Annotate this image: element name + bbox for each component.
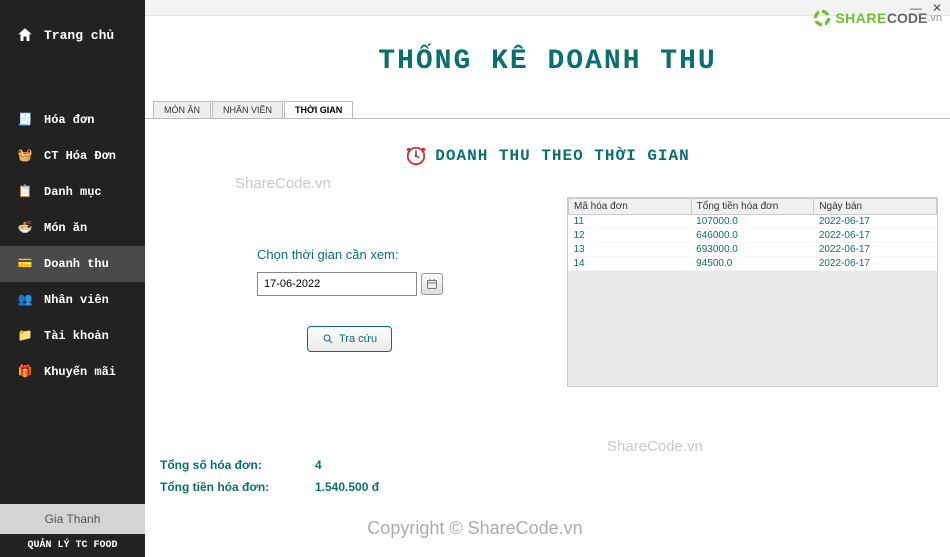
nav-label: Nhân viên xyxy=(44,293,109,307)
nav-home-label: Trang chủ xyxy=(44,28,114,43)
nav-label: Tài khoản xyxy=(44,329,109,343)
nav-home[interactable]: Trang chủ xyxy=(0,18,145,52)
summary-count-value: 4 xyxy=(315,458,322,472)
nav-label: Khuyến mãi xyxy=(44,365,116,379)
nav-nhan-vien[interactable]: 👥 Nhân viên xyxy=(0,282,145,318)
tab-mon-an[interactable]: MÓN ĂN xyxy=(153,101,211,118)
promo-icon: 🎁 xyxy=(16,364,34,380)
sidebar-footer: QUẢN LÝ TC FOOD xyxy=(0,534,145,557)
table-cell: 2022-06-17 xyxy=(814,229,937,243)
table-row[interactable]: 11107000.02022-06-17 xyxy=(569,215,937,229)
search-icon xyxy=(322,333,334,345)
search-button-label: Tra cứu xyxy=(339,333,377,345)
table-cell: 2022-06-17 xyxy=(814,215,937,229)
summary-total-label: Tổng tiền hóa đơn: xyxy=(160,480,315,494)
revenue-icon: 💳 xyxy=(16,256,34,272)
basket-icon: 🧺 xyxy=(16,148,34,164)
summary-total-value: 1.540.500 đ xyxy=(315,480,379,494)
food-icon: 🍜 xyxy=(16,220,34,236)
table-cell: 2022-06-17 xyxy=(814,243,937,257)
tab-thoi-gian[interactable]: THỜI GIAN xyxy=(284,101,353,118)
minimize-button[interactable]: — xyxy=(910,2,922,14)
table-cell: 107000.0 xyxy=(691,215,814,229)
table-cell: 13 xyxy=(569,243,692,257)
section-title: DOANH THU THEO THỜI GIAN xyxy=(435,147,689,165)
nav-label: Doanh thu xyxy=(44,257,109,271)
user-name[interactable]: Gia Thanh xyxy=(0,504,145,534)
invoice-icon: 🧾 xyxy=(16,112,34,128)
staff-icon: 👥 xyxy=(16,292,34,308)
tab-nhan-vien[interactable]: NHÂN VIÊN xyxy=(212,101,283,118)
table-row[interactable]: 12646000.02022-06-17 xyxy=(569,229,937,243)
table-cell: 14 xyxy=(569,257,692,271)
summary-count-label: Tổng số hóa đơn: xyxy=(160,458,315,472)
date-picker-button[interactable] xyxy=(421,273,443,295)
search-button[interactable]: Tra cứu xyxy=(307,326,392,352)
nav-label: Món ăn xyxy=(44,221,87,235)
close-button[interactable]: ✕ xyxy=(932,2,942,14)
nav-mon-an[interactable]: 🍜 Món ăn xyxy=(0,210,145,246)
nav-label: Danh mục xyxy=(44,185,102,199)
table-cell: 94500.0 xyxy=(691,257,814,271)
table-cell: 2022-06-17 xyxy=(814,257,937,271)
window-titlebar: — ✕ xyxy=(145,0,950,16)
nav-ct-hoa-don[interactable]: 🧺 CT Hóa Đơn xyxy=(0,138,145,174)
clock-icon xyxy=(405,145,427,167)
table-cell: 693000.0 xyxy=(691,243,814,257)
calendar-icon xyxy=(426,278,438,290)
date-label: Chọn thời gian cần xem: xyxy=(257,247,537,262)
nav-danh-muc[interactable]: 📋 Danh mục xyxy=(0,174,145,210)
table-row[interactable]: 13693000.02022-06-17 xyxy=(569,243,937,257)
date-input[interactable] xyxy=(257,272,417,296)
nav-doanh-thu[interactable]: 💳 Doanh thu xyxy=(0,246,145,282)
nav-label: CT Hóa Đơn xyxy=(44,149,116,163)
col-tong-tien[interactable]: Tổng tiền hóa đơn xyxy=(691,199,814,215)
sidebar: Trang chủ 🧾 Hóa đơn 🧺 CT Hóa Đơn 📋 Danh … xyxy=(0,0,145,557)
account-icon: 📁 xyxy=(16,328,34,344)
nav-tai-khoan[interactable]: 📁 Tài khoản xyxy=(0,318,145,354)
table-container[interactable]: Mã hóa đơn Tổng tiền hóa đơn Ngày bán 11… xyxy=(567,197,938,387)
nav-hoa-don[interactable]: 🧾 Hóa đơn xyxy=(0,102,145,138)
summary: Tổng số hóa đơn: 4 Tổng tiền hóa đơn: 1.… xyxy=(160,458,379,502)
table-cell: 12 xyxy=(569,229,692,243)
col-ma-hoa-don[interactable]: Mã hóa đơn xyxy=(569,199,692,215)
table-cell: 646000.0 xyxy=(691,229,814,243)
table-cell: 11 xyxy=(569,215,692,229)
col-ngay-ban[interactable]: Ngày bán xyxy=(814,199,937,215)
revenue-table: Mã hóa đơn Tổng tiền hóa đơn Ngày bán 11… xyxy=(568,198,937,271)
table-row[interactable]: 1494500.02022-06-17 xyxy=(569,257,937,271)
home-icon xyxy=(16,26,34,44)
list-icon: 📋 xyxy=(16,184,34,200)
page-title: THỐNG KÊ DOANH THU xyxy=(145,16,950,101)
nav-label: Hóa đơn xyxy=(44,113,94,127)
tabs: MÓN ĂN NHÂN VIÊN THỜI GIAN xyxy=(145,101,950,119)
nav-khuyen-mai[interactable]: 🎁 Khuyến mãi xyxy=(0,354,145,390)
